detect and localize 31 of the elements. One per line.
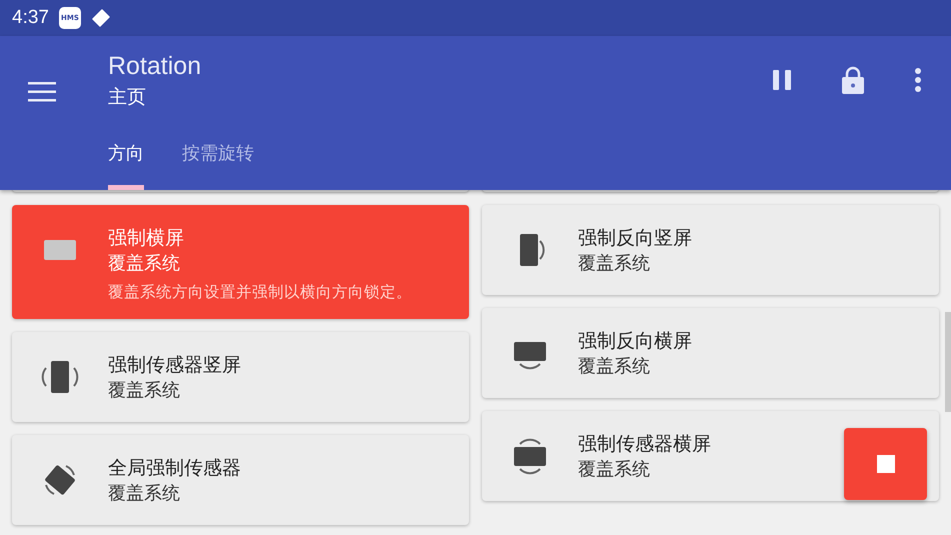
card-subtitle: 覆盖系统 xyxy=(108,482,181,506)
lock-icon[interactable] xyxy=(842,66,864,94)
card-subtitle: 覆盖系统 xyxy=(108,252,181,276)
mode-card[interactable]: 强制横屏 覆盖系统 覆盖系统方向设置并强制以横向方向锁定。 xyxy=(12,205,469,319)
card-title: 强制传感器横屏 xyxy=(578,432,711,457)
card-subtitle: 覆盖系统 xyxy=(108,379,181,403)
tab[interactable]: 按需旋转 xyxy=(182,141,254,190)
card-title: 全局强制传感器 xyxy=(108,456,241,481)
mode-card[interactable]: 强制反向竖屏 覆盖系统 xyxy=(482,205,939,295)
clock-time: 4:37 xyxy=(12,7,49,29)
more-icon[interactable] xyxy=(914,67,922,93)
card-description: 覆盖系统方向设置并强制以横向方向锁定。 xyxy=(108,282,412,303)
mode-card[interactable]: 全局强制传感器 覆盖系统 xyxy=(12,435,469,525)
menu-icon[interactable] xyxy=(28,82,56,102)
stop-icon xyxy=(876,455,894,473)
mode-card[interactable]: 强制传感器竖屏 覆盖系统 xyxy=(12,332,469,422)
scrollbar[interactable] xyxy=(945,312,951,412)
card-subtitle: 覆盖系统 xyxy=(578,252,651,276)
card-title: 强制反向横屏 xyxy=(578,329,692,354)
page-subtitle: 主页 xyxy=(108,85,147,110)
mode-card[interactable]: 强制反向横屏 覆盖系统 xyxy=(482,308,939,398)
tag-icon xyxy=(90,8,111,28)
stop-button[interactable] xyxy=(844,428,927,500)
card-subtitle: 覆盖系统 xyxy=(578,355,651,379)
portrait-sensor-icon xyxy=(40,358,80,396)
app-title: Rotation xyxy=(108,52,202,80)
card-subtitle: 覆盖系统 xyxy=(578,458,651,482)
pause-icon[interactable] xyxy=(772,69,792,91)
card-title: 强制横屏 xyxy=(108,226,185,251)
card-title: 强制传感器竖屏 xyxy=(108,353,241,378)
card-title: 强制反向竖屏 xyxy=(578,226,692,251)
